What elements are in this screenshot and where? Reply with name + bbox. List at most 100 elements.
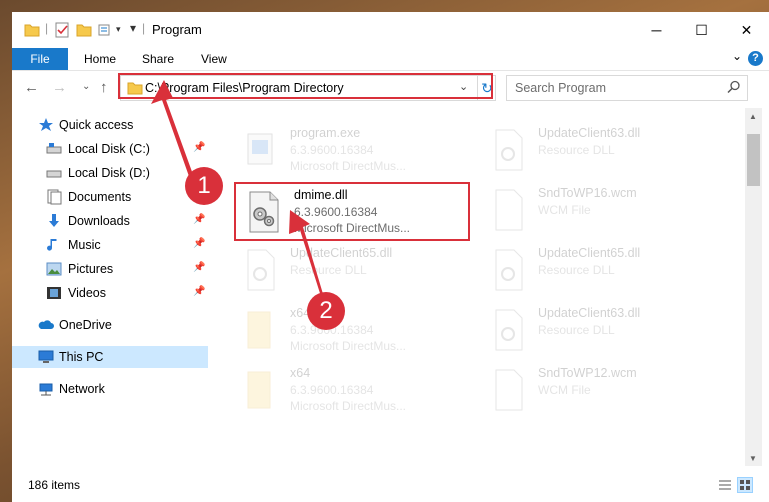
tab-file[interactable]: File [12,48,68,70]
file-tile-program-exe[interactable]: program.exe 6.3.9600.16384 Microsoft Dir… [232,122,462,178]
file-tile-updateclient65-b[interactable]: UpdateClient65.dll Resource DLL [480,242,710,298]
file-name: x64 [290,366,311,380]
sidebar-item-label: Downloads [68,214,130,228]
window-title: Program [152,22,202,37]
file-version: 6.3.9600.16384 [290,383,374,397]
sidebar-item-label: Music [68,238,101,252]
large-icons-view-icon[interactable] [737,477,753,493]
file-name: SndToWP12.wcm [538,366,637,380]
sidebar-item-pictures[interactable]: Pictures 📌 [12,258,208,280]
new-folder-icon[interactable] [76,22,92,38]
documents-icon [47,189,62,205]
file-tile-updateclient63[interactable]: UpdateClient63.dll Resource DLL [480,122,710,178]
search-box[interactable]: Search Program [506,75,748,101]
dll-icon [247,249,275,291]
file-name: UpdateClient63.dll [538,126,641,140]
customize-quick-access-icon[interactable]: ▾ [116,24,121,40]
sidebar-item-local-disk-c[interactable]: Local Disk (C:) 📌 [12,138,208,160]
sidebar-item-label: This PC [59,350,104,364]
scrollbar-thumb[interactable] [747,134,760,186]
pin-icon[interactable]: 📌 [193,238,205,249]
folder-file-icon [247,371,271,409]
sidebar-item-downloads[interactable]: Downloads 📌 [12,210,208,232]
file-description: Microsoft DirectMus... [290,339,407,353]
pin-icon[interactable]: 📌 [193,262,205,273]
file-name: UpdateClient65.dll [290,246,393,260]
pin-icon[interactable]: 📌 [193,142,205,153]
tab-view[interactable]: View [201,48,227,70]
sidebar-item-onedrive[interactable]: OneDrive [12,314,208,336]
file-type: WCM File [538,383,591,397]
sidebar-item-label: Quick access [59,118,134,132]
file-tile-sndtowp16[interactable]: SndToWP16.wcm WCM File [480,182,710,238]
back-arrow-icon[interactable]: ← [24,79,39,96]
ribbon-tabs: File Home Share View ⌄ ? [12,48,769,70]
file-tile-x64-a[interactable]: x64 6.3.9600.16384 Microsoft DirectMus..… [232,302,462,358]
rename-icon[interactable] [98,22,114,38]
annotation-badge-1: 1 [185,167,223,205]
tab-home[interactable]: Home [84,48,116,70]
file-tile-x64-b[interactable]: x64 6.3.9600.16384 Microsoft DirectMus..… [232,362,462,418]
dll-icon [495,309,523,351]
qa-separator: | [45,21,49,35]
maximize-button[interactable]: ☐ [679,12,724,48]
pictures-icon [46,262,62,276]
file-list: program.exe 6.3.9600.16384 Microsoft Dir… [218,108,742,466]
expand-ribbon-icon[interactable]: ⌄ [732,49,742,63]
sidebar-item-label: Local Disk (C:) [68,142,150,156]
sidebar-item-music[interactable]: Music 📌 [12,234,208,256]
drive-icon [46,143,62,154]
quick-access-dropdown-icon[interactable]: ▾ [130,21,136,37]
file-name: SndToWP16.wcm [538,186,637,200]
exe-icon [247,133,273,165]
scroll-up-icon[interactable]: ▲ [749,112,757,121]
file-tile-sndtowp12[interactable]: SndToWP12.wcm WCM File [480,362,710,418]
file-tile-updateclient63-b[interactable]: UpdateClient63.dll Resource DLL [480,302,710,358]
downloads-icon [49,214,59,227]
title-separator: | [142,21,146,35]
dll-icon [495,129,523,171]
file-icon [495,369,523,411]
sidebar-item-quick-access[interactable]: Quick access [12,114,208,136]
pin-icon[interactable]: 📌 [193,286,205,297]
file-name: UpdateClient63.dll [538,306,641,320]
file-tile-updateclient65-a[interactable]: UpdateClient65.dll Resource DLL [232,242,462,298]
sidebar-item-network[interactable]: Network [12,378,208,400]
file-description: Microsoft DirectMus... [290,159,407,173]
search-icon[interactable] [727,80,741,94]
sidebar-item-label: Network [59,382,105,396]
folder-file-icon [247,311,271,349]
tab-share[interactable]: Share [142,48,174,70]
sidebar-item-documents[interactable]: Documents 📌 [12,186,208,208]
sidebar-item-videos[interactable]: Videos 📌 [12,282,208,304]
pc-icon [38,350,54,363]
file-type: Resource DLL [538,263,615,277]
navigation-bar: ← → ⌄ ↑ C:\Program Files\Program Directo… [12,70,769,107]
up-arrow-icon[interactable]: ↑ [100,79,108,96]
minimize-button[interactable]: ─ [634,12,679,48]
videos-icon [47,287,61,299]
drive-icon [46,170,62,178]
title-bar: | ▾ ▾ | Program ─ ☐ ✕ [12,12,769,48]
close-button[interactable]: ✕ [724,12,769,48]
status-bar: 186 items [12,470,769,502]
sidebar-item-this-pc[interactable]: This PC [12,346,208,368]
scroll-down-icon[interactable]: ▼ [749,454,757,463]
file-version: 6.3.9600.16384 [290,143,374,157]
annotation-badge-2: 2 [307,292,345,330]
vertical-scrollbar[interactable]: ▲ ▼ [745,108,762,466]
file-icon [495,189,523,231]
sidebar-item-local-disk-d[interactable]: Local Disk (D:) [12,162,208,184]
sidebar-item-label: OneDrive [59,318,112,332]
properties-icon[interactable] [54,22,70,38]
item-count: 186 items [28,478,81,492]
pin-icon[interactable]: 📌 [193,214,205,225]
sidebar-item-label: Videos [68,286,106,300]
details-view-icon[interactable] [718,478,732,492]
sidebar-item-label: Pictures [68,262,114,276]
file-type: Resource DLL [538,323,615,337]
recent-locations-icon[interactable]: ⌄ [82,81,90,92]
help-button[interactable]: ? [748,51,763,66]
network-icon [39,383,53,396]
forward-arrow-icon[interactable]: → [52,79,67,96]
